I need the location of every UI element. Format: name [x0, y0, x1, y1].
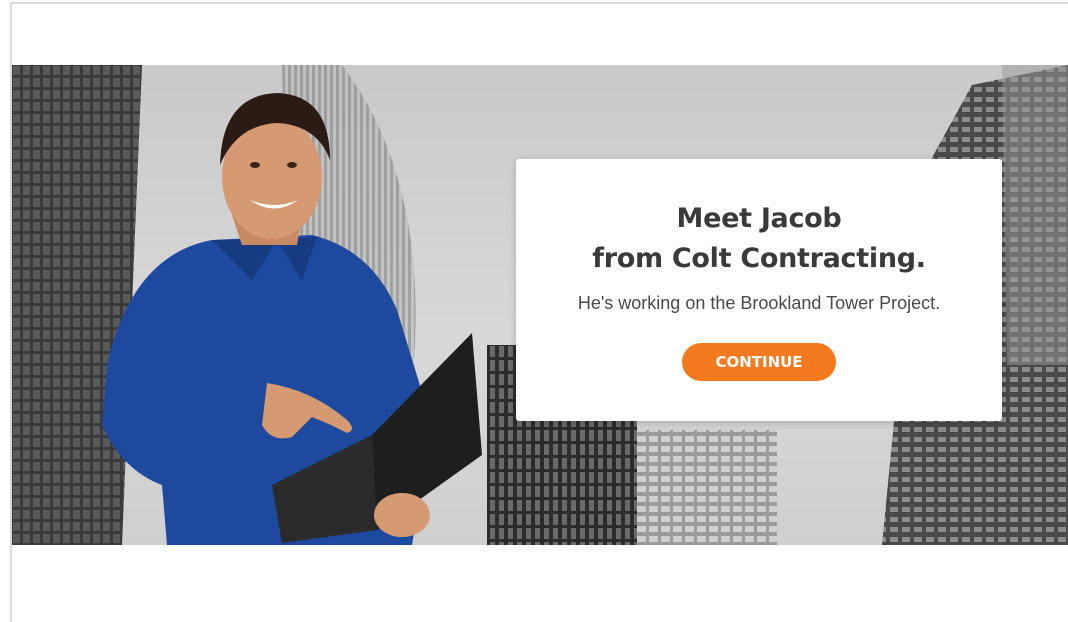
continue-button[interactable]: CONTINUE — [682, 343, 836, 381]
intro-card: Meet Jacob from Colt Contracting. He's w… — [516, 159, 1002, 421]
hero-banner: Meet Jacob from Colt Contracting. He's w… — [12, 65, 1068, 545]
intro-title-line-2: from Colt Contracting. — [592, 243, 926, 274]
person-illustration — [102, 93, 482, 545]
intro-title: Meet Jacob from Colt Contracting. — [516, 199, 1002, 279]
intro-subtitle: He's working on the Brookland Tower Proj… — [577, 293, 941, 313]
intro-title-line-1: Meet Jacob — [676, 203, 842, 234]
